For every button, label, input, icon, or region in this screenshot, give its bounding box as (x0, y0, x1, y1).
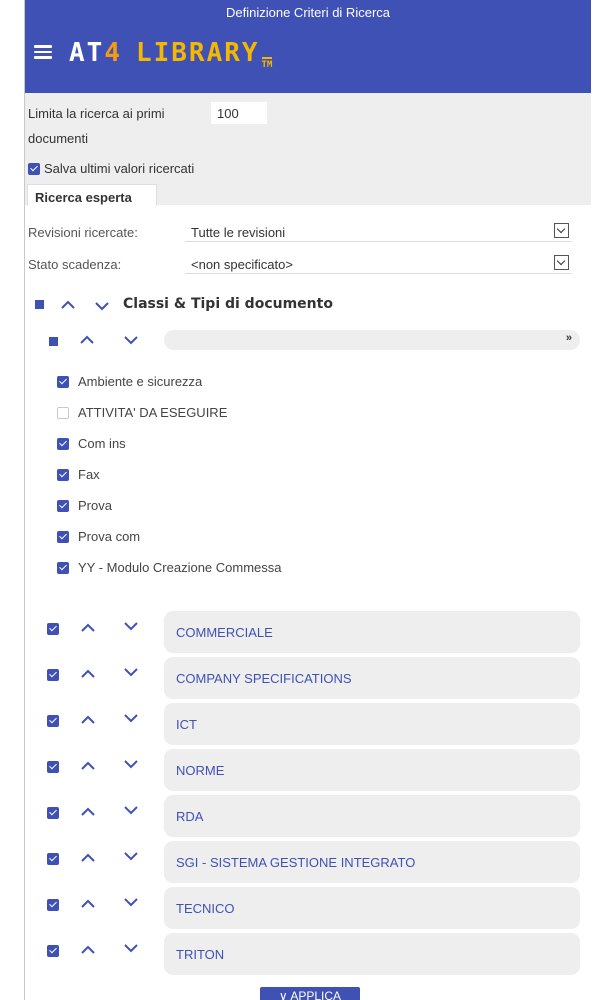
app-header: Definizione Criteri di Ricerca AT4 LIBRAR… (25, 0, 591, 93)
doc-type-label: ATTIVITA' DA ESEGUIRE (78, 405, 228, 420)
doc-type-checkbox[interactable] (57, 376, 69, 388)
doc-type-label: Ambiente e sicurezza (78, 374, 203, 389)
chevron-down-icon[interactable] (123, 334, 139, 346)
category-selector[interactable]: ICT (164, 703, 580, 745)
section-title: Classi & Tipi di documento (123, 296, 333, 312)
category-checkbox[interactable] (47, 807, 59, 819)
chevron-up-icon[interactable] (80, 944, 96, 956)
chevron-down-icon[interactable] (123, 896, 139, 908)
category-selector[interactable]: COMMERCIALE (164, 611, 580, 653)
doc-type-checkbox[interactable] (57, 407, 69, 419)
category-checkbox[interactable] (47, 669, 59, 681)
subgroup-select-all-checkbox[interactable] (49, 337, 58, 346)
category-selector[interactable]: TRITON (164, 933, 580, 975)
doc-type-checkbox[interactable] (57, 500, 69, 512)
app-logo: AT4 LIBRARY TM (69, 38, 273, 70)
apply-button-label: APPLICA (290, 989, 342, 1000)
doc-type-checkbox[interactable] (57, 469, 69, 481)
category-checkbox[interactable] (47, 853, 59, 865)
expiry-label: Stato scadenza: (28, 257, 122, 272)
chevron-up-icon[interactable] (80, 806, 96, 818)
doc-type-checkbox[interactable] (57, 562, 69, 574)
category-selector[interactable]: COMPANY SPECIFICATIONS (164, 657, 580, 699)
category-checkbox[interactable] (47, 623, 59, 635)
chevron-up-icon[interactable] (60, 299, 76, 311)
apply-button[interactable]: ∨ APPLICA (260, 987, 360, 1000)
chevron-down-icon[interactable] (123, 712, 139, 724)
revisions-label: Revisioni ricercate: (28, 225, 138, 240)
section-select-all-checkbox[interactable] (35, 300, 44, 309)
category-selector[interactable]: NORME (164, 749, 580, 791)
chevron-down-icon[interactable] (123, 942, 139, 954)
subgroup-select[interactable]: » (164, 330, 580, 350)
chevron-up-icon[interactable] (80, 714, 96, 726)
double-chevron-down-icon: » (565, 332, 572, 344)
save-values-label: Salva ultimi valori ricercati (44, 161, 195, 176)
tab-ricerca-esperta[interactable]: Ricerca esperta (27, 184, 157, 206)
save-values-checkbox[interactable] (28, 163, 40, 175)
chevron-up-icon[interactable] (79, 334, 95, 346)
category-selector[interactable]: SGI - SISTEMA GESTIONE INTEGRATO (164, 841, 580, 883)
doc-type-label: Fax (78, 467, 100, 482)
chevron-up-icon[interactable] (80, 898, 96, 910)
chevron-down-icon[interactable] (123, 666, 139, 678)
chevron-down-icon[interactable] (94, 300, 110, 312)
chevron-up-icon[interactable] (80, 622, 96, 634)
expiry-dropdown-icon[interactable] (554, 255, 569, 270)
chevron-down-icon[interactable] (123, 850, 139, 862)
category-checkbox[interactable] (47, 761, 59, 773)
revisions-select[interactable]: Tutte le revisioni (185, 222, 572, 242)
chevron-down-icon[interactable] (123, 620, 139, 632)
expiry-select[interactable]: <non specificato> (185, 254, 572, 274)
doc-type-label: Prova com (78, 529, 141, 544)
limit-label: Limita la ricerca ai primi (28, 106, 165, 121)
chevron-up-icon[interactable] (80, 852, 96, 864)
chevron-down-icon[interactable] (123, 804, 139, 816)
menu-icon[interactable] (34, 45, 52, 59)
category-checkbox[interactable] (47, 715, 59, 727)
category-checkbox[interactable] (47, 945, 59, 957)
limit-suffix-label: documenti (28, 131, 88, 146)
limit-input[interactable] (211, 102, 267, 124)
doc-type-checkbox[interactable] (57, 438, 69, 450)
chevron-up-icon[interactable] (80, 760, 96, 772)
doc-type-label: Com ins (78, 436, 126, 451)
revisions-dropdown-icon[interactable] (554, 223, 569, 238)
doc-type-label: Prova (78, 498, 112, 513)
app-window: Definizione Criteri di Ricerca AT4 LIBRAR… (24, 0, 591, 1000)
doc-type-checkbox[interactable] (57, 531, 69, 543)
window-title: Definizione Criteri di Ricerca (226, 5, 390, 20)
category-selector[interactable]: TECNICO (164, 887, 580, 929)
category-selector[interactable]: RDA (164, 795, 580, 837)
chevron-down-icon[interactable] (123, 758, 139, 770)
category-checkbox[interactable] (47, 899, 59, 911)
chevron-up-icon[interactable] (80, 668, 96, 680)
doc-type-label: YY - Modulo Creazione Commessa (78, 560, 282, 575)
